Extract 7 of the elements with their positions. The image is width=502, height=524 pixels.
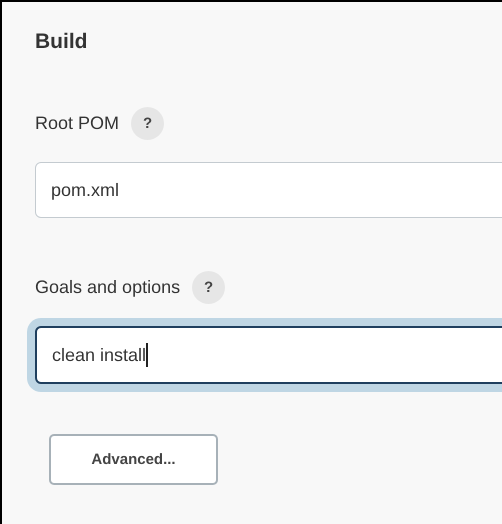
input-field[interactable]: pom.xml [35,162,502,218]
advanced-button[interactable]: Advanced... [49,434,218,485]
field-label: Goals and options [35,276,180,298]
field-label: Root POM [35,112,120,134]
section-title: Build [35,29,88,55]
help-button[interactable]: ? [131,106,164,140]
help-button[interactable]: ? [192,270,226,304]
